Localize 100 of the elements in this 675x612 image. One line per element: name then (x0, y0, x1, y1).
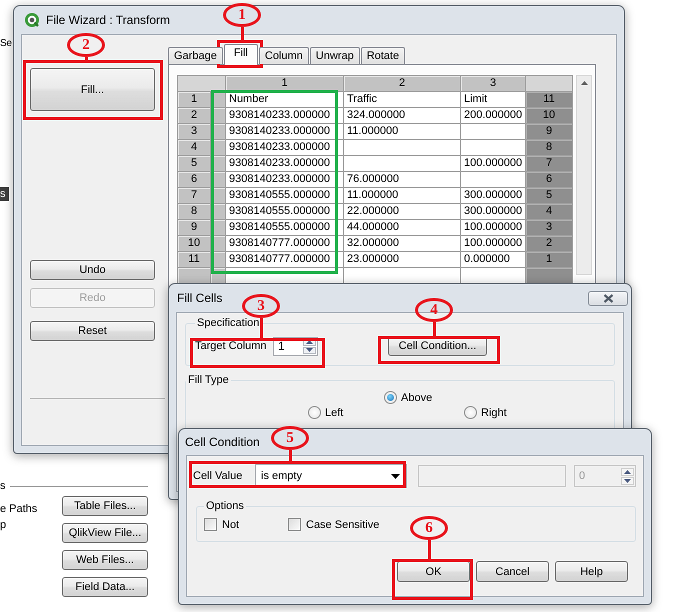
window-title: File Wizard : Transform (46, 13, 170, 27)
action-button[interactable]: Reset (30, 321, 155, 341)
row-header[interactable]: 7 (178, 188, 210, 203)
scrollbar[interactable] (576, 75, 592, 275)
step-number: 6 (410, 516, 448, 540)
tab[interactable]: Garbage (168, 47, 223, 64)
up-arrow-icon (624, 470, 631, 474)
down-arrow-icon (306, 348, 313, 352)
table-cell: 9308140233.000000 (226, 172, 343, 187)
up-arrow-icon (306, 340, 313, 344)
table-cell: 9308140555.000000 (226, 204, 343, 219)
group-title: Options (205, 500, 245, 512)
field-label: Cell Value (193, 470, 244, 482)
table-cell: Limit (461, 92, 525, 107)
step-number: 5 (271, 426, 309, 450)
table-cell: 100.000000 (461, 220, 525, 235)
row-header[interactable]: 3 (178, 124, 210, 139)
spin-down-button[interactable] (621, 476, 634, 484)
step-number: 3 (242, 294, 280, 318)
row-number: 10 (526, 108, 572, 123)
leader-line (428, 540, 431, 559)
table-cell: 100.000000 (461, 156, 525, 171)
table-cell: 100.000000 (461, 236, 525, 251)
checkbox-label: Not (222, 518, 240, 530)
fill-button[interactable]: Fill... (30, 68, 155, 111)
table-cell (461, 140, 525, 155)
row-number: 3 (526, 220, 572, 235)
tab[interactable]: Unwrap (310, 47, 360, 64)
tab[interactable]: Fill (224, 44, 258, 65)
table-cell: 9308140233.000000 (226, 124, 343, 139)
table-cell: 200.000000 (461, 108, 525, 123)
column-header[interactable]: 3 (461, 76, 525, 91)
row-header[interactable]: 9 (178, 220, 210, 235)
radio-label: Right (481, 406, 507, 418)
table-cell: 44.000000 (344, 220, 460, 235)
row-header[interactable]: 4 (178, 140, 210, 155)
table-cell (461, 124, 525, 139)
input-field[interactable] (418, 465, 566, 487)
radio-button[interactable] (308, 406, 321, 419)
row-number: 8 (526, 140, 572, 155)
row-header[interactable]: 11 (178, 252, 210, 267)
row-header[interactable]: 8 (178, 204, 210, 219)
table-cell: 11.000000 (344, 124, 460, 139)
close-button[interactable] (588, 291, 628, 306)
app-icon (24, 12, 40, 28)
table-cell: 300.000000 (461, 204, 525, 219)
row-header[interactable]: 6 (178, 172, 210, 187)
row-header[interactable]: 2 (178, 108, 210, 123)
table-cell: 9308140233.000000 (226, 140, 343, 155)
section-label: s (0, 480, 6, 492)
table-cell: 11.000000 (344, 188, 460, 203)
row-number: 1 (526, 252, 572, 267)
table-cell: 23.000000 (344, 252, 460, 267)
column-header[interactable]: 2 (344, 76, 460, 91)
tab[interactable]: Column (258, 47, 309, 64)
step-number: 2 (67, 33, 105, 57)
row-header[interactable]: 10 (178, 236, 210, 251)
row-number (526, 268, 572, 283)
tab[interactable]: Rotate (360, 47, 406, 64)
dialog-button[interactable]: Help (555, 561, 628, 582)
row-number: 9 (526, 124, 572, 139)
spin-down-button[interactable] (303, 346, 316, 354)
table-corner (178, 76, 225, 91)
row-number: 11 (526, 92, 572, 107)
row-header[interactable]: 1 (178, 92, 210, 107)
column-header[interactable]: 1 (226, 76, 343, 91)
action-button[interactable]: Undo (30, 260, 155, 280)
checkbox[interactable] (288, 518, 301, 531)
checkbox[interactable] (204, 518, 217, 531)
label-text: e Paths (0, 502, 38, 517)
row-header[interactable]: 5 (178, 156, 210, 171)
row-number: 5 (526, 188, 572, 203)
table-cell: 76.000000 (344, 172, 460, 187)
radio-label: Above (401, 392, 432, 404)
dialog-button[interactable]: OK (397, 561, 470, 582)
close-icon (602, 294, 614, 303)
radio-button[interactable] (464, 406, 477, 419)
table-cell: 22.000000 (344, 204, 460, 219)
table-corner (526, 76, 572, 91)
source-button[interactable]: Web Files... (62, 550, 148, 570)
spin-up-button[interactable] (621, 468, 634, 476)
up-arrow-icon (580, 81, 588, 85)
radio-button[interactable] (384, 391, 397, 404)
step-number: 1 (223, 3, 261, 27)
group-title: Specification (196, 317, 260, 329)
table-cell: 9308140777.000000 (226, 236, 343, 251)
table-cell: 9308140555.000000 (226, 188, 343, 203)
checkbox-label: Case Sensitive (306, 518, 380, 530)
step-number: 4 (415, 298, 453, 322)
table-cell: 9308140233.000000 (226, 108, 343, 123)
dialog-title: Fill Cells (177, 291, 222, 305)
table-cell: 0.000000 (461, 252, 525, 267)
dialog-button[interactable]: Cancel (476, 561, 549, 582)
table-cell: 9308140555.000000 (226, 220, 343, 235)
source-button[interactable]: QlikView File... (62, 523, 148, 543)
row-number: 2 (526, 236, 572, 251)
source-button[interactable]: Field Data... (62, 577, 148, 597)
row-number: 4 (526, 204, 572, 219)
source-button[interactable]: Table Files... (62, 496, 148, 516)
side-tab[interactable]: s (0, 187, 9, 201)
